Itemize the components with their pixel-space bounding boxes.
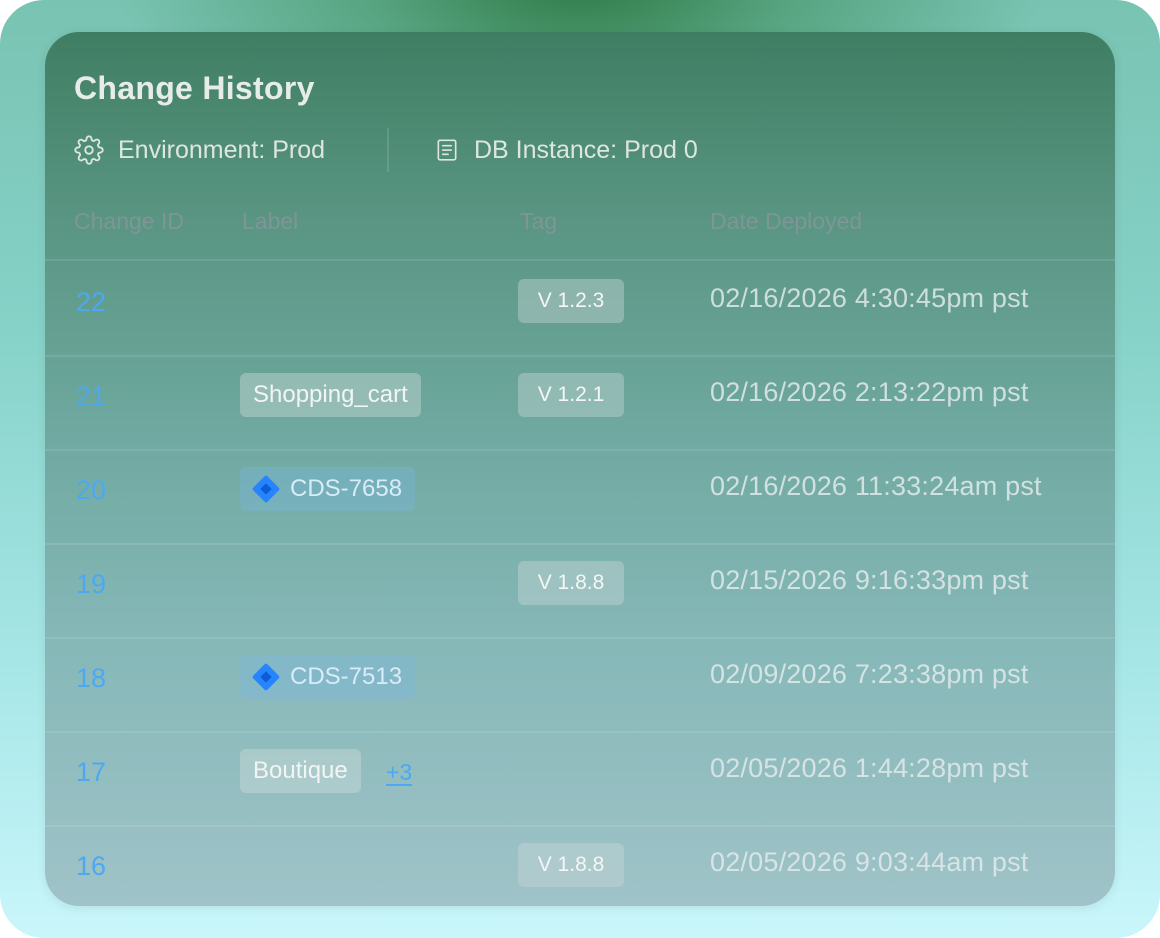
date-deployed: 02/09/2026 7:23:38pm pst (710, 659, 1029, 689)
change-id-link[interactable]: 20 (76, 475, 106, 506)
jira-icon (252, 663, 280, 691)
date-deployed: 02/16/2026 11:33:24am pst (710, 471, 1042, 501)
db-instance-filter[interactable]: DB Instance: Prod 0 (434, 132, 698, 168)
column-header-change-id[interactable]: Change ID (74, 208, 184, 235)
change-id-link[interactable]: 18 (76, 663, 106, 694)
environment-label: Environment: Prod (118, 135, 326, 164)
jira-issue-chip[interactable]: CDS-7513 (240, 655, 416, 699)
date-deployed: 02/05/2026 1:44:28pm pst (710, 753, 1029, 783)
jira-issue-chip[interactable]: CDS-7658 (240, 467, 416, 511)
environment-filter[interactable]: Environment: Prod (74, 132, 325, 168)
jira-issue-key: CDS-7513 (290, 663, 403, 690)
change-id-link[interactable]: 16 (76, 851, 106, 882)
db-instance-label: DB Instance: Prod 0 (474, 135, 698, 164)
table-row[interactable]: 18 CDS-7513 02/09/2026 7:23:38pm pst (45, 637, 1115, 733)
tag-badge: V 1.2.3 (518, 279, 624, 323)
change-id-link[interactable]: 17 (76, 757, 106, 788)
date-deployed: 02/15/2026 9:16:33pm pst (710, 565, 1029, 595)
gear-icon (74, 135, 104, 165)
change-id-link[interactable]: 19 (76, 569, 106, 600)
table-row[interactable]: 17 Boutique +3 02/05/2026 1:44:28pm pst (45, 731, 1115, 827)
change-id-link[interactable]: 21 (76, 381, 106, 412)
column-header-label[interactable]: Label (242, 208, 298, 235)
date-deployed: 02/16/2026 2:13:22pm pst (710, 377, 1029, 407)
label-chip[interactable]: Shopping_cart (240, 373, 421, 417)
tag-badge: V 1.8.8 (518, 561, 624, 605)
panel-title: Change History (74, 70, 315, 106)
jira-issue-key: CDS-7658 (290, 475, 403, 502)
column-header-tag[interactable]: Tag (520, 208, 557, 235)
table-row[interactable]: 16 V 1.8.8 02/05/2026 9:03:44am pst (45, 825, 1115, 906)
table-row[interactable]: 22 V 1.2.3 02/16/2026 4:30:45pm pst (45, 261, 1115, 357)
background-frame: Change History Environment: Prod DB Inst… (0, 0, 1160, 938)
table-row[interactable]: 19 V 1.8.8 02/15/2026 9:16:33pm pst (45, 543, 1115, 639)
change-id-link[interactable]: 22 (76, 287, 106, 318)
label-chip[interactable]: Boutique (240, 749, 361, 793)
date-deployed: 02/16/2026 4:30:45pm pst (710, 283, 1029, 313)
date-deployed: 02/05/2026 9:03:44am pst (710, 847, 1029, 877)
tag-badge: V 1.2.1 (518, 373, 624, 417)
column-header-date-deployed[interactable]: Date Deployed (710, 208, 862, 235)
tag-badge: V 1.8.8 (518, 843, 624, 887)
more-labels-link[interactable]: +3 (386, 760, 413, 786)
document-icon (437, 139, 457, 161)
change-history-panel: Change History Environment: Prod DB Inst… (45, 32, 1115, 906)
meta-divider (387, 128, 389, 172)
table-row[interactable]: 20 CDS-7658 02/16/2026 11:33:24am pst (45, 449, 1115, 545)
table-row[interactable]: 21 Shopping_cart V 1.2.1 02/16/2026 2:13… (45, 355, 1115, 451)
jira-icon (252, 475, 280, 503)
